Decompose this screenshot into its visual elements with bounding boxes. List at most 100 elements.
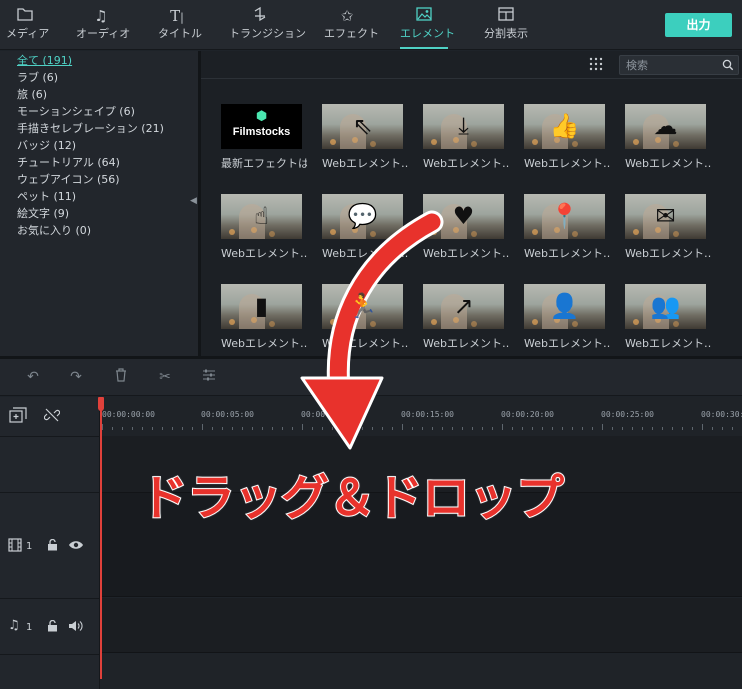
category-item-all[interactable]: 全て (191) (0, 52, 198, 69)
lock-icon[interactable] (47, 619, 58, 636)
tab-label: エレメント (400, 27, 455, 40)
category-item-motion-shape[interactable]: モーションシェイプ (6) (0, 103, 198, 120)
element-tile[interactable]: 👤 Webエレメント… (524, 284, 610, 360)
grid-view-icon[interactable] (589, 57, 603, 71)
add-track-icon[interactable] (9, 407, 27, 427)
redo-icon[interactable]: ↷ (67, 368, 85, 386)
tile-caption: Webエレメント… (625, 247, 711, 260)
playhead-handle[interactable] (98, 397, 104, 411)
ruler-label: 00:00:30:00 (701, 410, 742, 419)
element-tile[interactable]: 👍 Webエレメント… (524, 104, 610, 180)
element-tile[interactable]: 👥 Webエレメント… (625, 284, 711, 360)
export-button[interactable]: 出力 (665, 13, 732, 37)
tab-element[interactable]: エレメント (400, 6, 455, 49)
track-header-column: 1 ♫ 1 (0, 397, 100, 689)
element-image-icon (400, 6, 448, 26)
category-item-hand-drawn[interactable]: 手描きセレブレーション (21) (0, 120, 198, 137)
envelope-icon: ✉ (655, 202, 676, 230)
tab-label: オーディオ (76, 27, 131, 40)
element-tile[interactable]: ⤓ Webエレメント… (423, 104, 509, 180)
category-item-favorites[interactable]: お気に入り (0) (0, 222, 198, 239)
category-item-emoji[interactable]: 絵文字 (9) (0, 205, 198, 222)
ruler-tick (692, 427, 693, 430)
filmstocks-logo-text: Filmstocks (232, 126, 291, 138)
ruler-tick (432, 427, 433, 430)
top-toolbar: メディア ♫ オーディオ T| タイトル トランジション ✩ エフェクト エレメ… (0, 0, 742, 50)
ruler-tick (182, 427, 183, 430)
category-item-tutorial[interactable]: チュートリアル (64) (0, 154, 198, 171)
ruler-tick (722, 427, 723, 430)
category-item-badge[interactable]: バッジ (12) (0, 137, 198, 154)
tab-transition[interactable]: トランジション (229, 6, 306, 46)
search-box[interactable] (619, 55, 739, 75)
element-tile[interactable]: ✉ Webエレメント… (625, 194, 711, 270)
tab-audio[interactable]: ♫ オーディオ (76, 6, 131, 46)
unlink-icon[interactable] (43, 407, 61, 427)
tab-effect[interactable]: ✩ エフェクト (324, 6, 379, 46)
element-tile[interactable]: ☝ Webエレメント… (221, 194, 307, 270)
element-tile[interactable]: ▮ Webエレメント… (221, 284, 307, 360)
timeline-ruler[interactable]: 00:00:00:00 00:00:05:00 00:00:10:00 00:0… (100, 397, 742, 436)
tile-caption: Webエレメント… (322, 157, 408, 170)
active-tab-indicator (400, 47, 448, 49)
category-item-love[interactable]: ラブ (6) (0, 69, 198, 86)
element-tile[interactable]: ☁ Webエレメント… (625, 104, 711, 180)
tab-label: タイトル (158, 27, 202, 40)
search-input[interactable] (626, 57, 716, 73)
collapse-sidebar-icon[interactable]: ◀ (190, 196, 197, 206)
adjust-icon[interactable] (200, 368, 218, 386)
tab-media[interactable]: メディア (6, 6, 49, 46)
map-pin-icon: 📍 (549, 202, 580, 230)
timeline-empty-area[interactable] (100, 654, 742, 689)
cut-icon[interactable]: ✂ (156, 368, 174, 386)
filmstocks-logo: ⬢ Filmstocks (221, 110, 302, 138)
ruler-tick (672, 427, 673, 430)
ruler-tick (532, 427, 533, 430)
category-item-web-icon[interactable]: ウェブアイコン (56) (0, 171, 198, 188)
undo-icon[interactable]: ↶ (24, 368, 42, 386)
lock-icon[interactable] (47, 538, 58, 555)
element-tile[interactable]: ⇖ Webエレメント… (322, 104, 408, 180)
ruler-tick (222, 427, 223, 430)
tab-label: トランジション (229, 27, 306, 40)
ruler-tick (412, 427, 413, 430)
ruler-tick (232, 427, 233, 430)
tile-caption: Webエレメント… (322, 247, 408, 260)
tile-caption: Webエレメント… (423, 157, 509, 170)
element-tile[interactable]: 📍 Webエレメント… (524, 194, 610, 270)
element-tile[interactable]: 💬 Webエレメント… (322, 194, 408, 270)
element-tile[interactable]: ↗ Webエレメント… (423, 284, 509, 360)
ruler-tick (502, 424, 503, 430)
cursor-arrow-icon: ⇖ (352, 112, 373, 140)
ruler-tick (422, 427, 423, 430)
ruler-tick (282, 427, 283, 430)
element-tile[interactable]: 🏃 Webエレメント… (322, 284, 408, 360)
ruler-tick (202, 424, 203, 430)
eye-icon[interactable] (68, 539, 84, 555)
element-tile[interactable]: ♥ Webエレメント… (423, 194, 509, 270)
ruler-tick (622, 427, 623, 430)
ruler-tick (472, 427, 473, 430)
ruler-tick (732, 427, 733, 430)
playhead[interactable] (100, 397, 102, 679)
ruler-tick (552, 427, 553, 430)
tile-caption: Webエレメント… (625, 157, 711, 170)
video-track-header: 1 (0, 492, 100, 598)
category-item-travel[interactable]: 旅 (6) (0, 86, 198, 103)
ruler-tick (262, 427, 263, 430)
music-note-icon: ♫ (94, 7, 108, 25)
ruler-label: 00:00:05:00 (201, 410, 254, 419)
speaker-icon[interactable] (68, 620, 84, 636)
category-item-pet[interactable]: ペット (11) (0, 188, 198, 205)
ruler-tick (312, 427, 313, 430)
element-tile-filmstocks[interactable]: ⬢ Filmstocks 最新エフェクトはこ (221, 104, 307, 180)
ruler-tick (322, 427, 323, 430)
thumbs-up-icon: 👍 (549, 112, 580, 140)
tab-split-screen[interactable]: 分割表示 (481, 6, 531, 46)
audio-track[interactable] (100, 598, 742, 653)
delete-icon[interactable] (112, 368, 130, 386)
tab-title[interactable]: T| タイトル (158, 6, 202, 46)
ruler-tick (172, 427, 173, 430)
search-icon[interactable] (722, 59, 734, 74)
heart-icon: ♥ (452, 202, 475, 230)
